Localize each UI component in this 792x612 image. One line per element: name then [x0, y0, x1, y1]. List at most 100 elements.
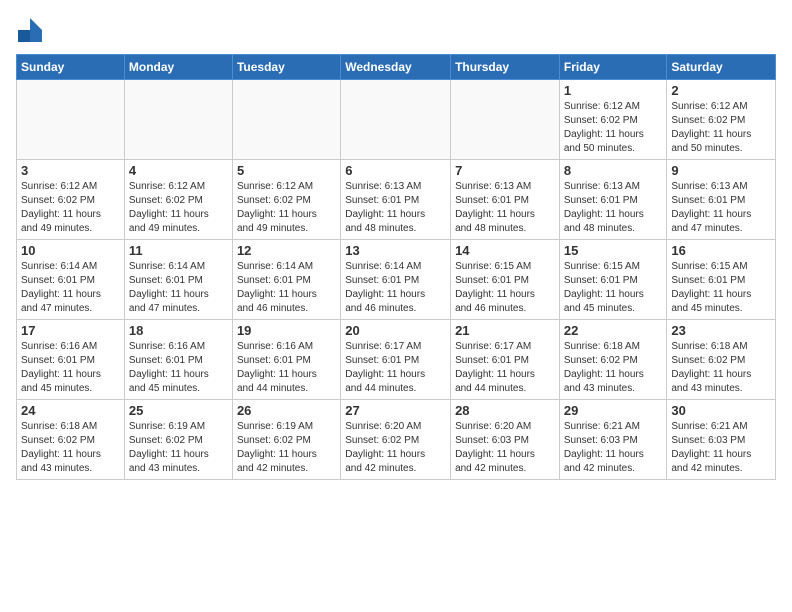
day-info: Sunrise: 6:15 AM Sunset: 6:01 PM Dayligh… — [671, 260, 771, 316]
day-info: Sunrise: 6:18 AM Sunset: 6:02 PM Dayligh… — [671, 340, 771, 396]
calendar-cell: 5 Sunrise: 6:12 AM Sunset: 6:02 PM Daylig… — [232, 160, 340, 240]
calendar-cell — [232, 80, 340, 160]
day-info: Sunrise: 6:12 AM Sunset: 6:02 PM Dayligh… — [237, 180, 336, 236]
day-number: 3 — [21, 163, 120, 178]
calendar-cell: 18Sunrise: 6:16 AM Sunset: 6:01 PM Dayli… — [124, 320, 232, 400]
calendar-cell: 6 Sunrise: 6:13 AM Sunset: 6:01 PM Daylig… — [341, 160, 451, 240]
day-number: 9 — [671, 163, 771, 178]
calendar-cell: 19 Sunrise: 6:16 AM Sunset: 6:01 PM Dayli… — [232, 320, 340, 400]
week-row-2: 3 Sunrise: 6:12 AM Sunset: 6:02 PM Daylig… — [17, 160, 776, 240]
week-row-5: 24 Sunrise: 6:18 AM Sunset: 6:02 PM Dayli… — [17, 400, 776, 480]
calendar-cell: 20 Sunrise: 6:17 AM Sunset: 6:01 PM Dayli… — [341, 320, 451, 400]
day-number: 15 — [564, 243, 663, 258]
day-info: Sunrise: 6:14 AM Sunset: 6:01 PM Dayligh… — [237, 260, 336, 316]
day-number: 27 — [345, 403, 446, 418]
day-number: 11 — [129, 243, 228, 258]
day-number: 30 — [671, 403, 771, 418]
weekday-header-sunday: Sunday — [17, 55, 125, 80]
day-number: 8 — [564, 163, 663, 178]
logo — [16, 16, 48, 44]
calendar-table: SundayMondayTuesdayWednesdayThursdayFrid… — [16, 54, 776, 480]
page-header — [16, 16, 776, 44]
calendar-cell — [17, 80, 125, 160]
calendar-cell: 21 Sunrise: 6:17 AM Sunset: 6:01 PM Dayli… — [451, 320, 560, 400]
calendar-cell: 30 Sunrise: 6:21 AM Sunset: 6:03 PM Dayli… — [667, 400, 776, 480]
calendar-cell: 2Sunrise: 6:12 AM Sunset: 6:02 PM Daylig… — [667, 80, 776, 160]
day-info: Sunrise: 6:19 AM Sunset: 6:02 PM Dayligh… — [237, 420, 336, 476]
weekday-header-thursday: Thursday — [451, 55, 560, 80]
day-number: 24 — [21, 403, 120, 418]
day-number: 25 — [129, 403, 228, 418]
day-info: Sunrise: 6:18 AM Sunset: 6:02 PM Dayligh… — [21, 420, 120, 476]
calendar-cell: 27 Sunrise: 6:20 AM Sunset: 6:02 PM Dayli… — [341, 400, 451, 480]
day-info: Sunrise: 6:16 AM Sunset: 6:01 PM Dayligh… — [237, 340, 336, 396]
day-number: 7 — [455, 163, 555, 178]
day-number: 20 — [345, 323, 446, 338]
day-number: 23 — [671, 323, 771, 338]
calendar-cell: 25 Sunrise: 6:19 AM Sunset: 6:02 PM Dayli… — [124, 400, 232, 480]
calendar-cell: 16 Sunrise: 6:15 AM Sunset: 6:01 PM Dayli… — [667, 240, 776, 320]
day-info: Sunrise: 6:16 AM Sunset: 6:01 PM Dayligh… — [21, 340, 120, 396]
day-info: Sunrise: 6:21 AM Sunset: 6:03 PM Dayligh… — [564, 420, 663, 476]
calendar-cell — [451, 80, 560, 160]
day-info: Sunrise: 6:19 AM Sunset: 6:02 PM Dayligh… — [129, 420, 228, 476]
day-info: Sunrise: 6:14 AM Sunset: 6:01 PM Dayligh… — [345, 260, 446, 316]
day-number: 12 — [237, 243, 336, 258]
day-info: Sunrise: 6:12 AM Sunset: 6:02 PM Dayligh… — [129, 180, 228, 236]
day-number: 6 — [345, 163, 446, 178]
day-number: 21 — [455, 323, 555, 338]
calendar-cell: 13 Sunrise: 6:14 AM Sunset: 6:01 PM Dayli… — [341, 240, 451, 320]
calendar-cell: 15 Sunrise: 6:15 AM Sunset: 6:01 PM Dayli… — [559, 240, 667, 320]
day-number: 28 — [455, 403, 555, 418]
week-row-4: 17 Sunrise: 6:16 AM Sunset: 6:01 PM Dayli… — [17, 320, 776, 400]
calendar-cell: 26 Sunrise: 6:19 AM Sunset: 6:02 PM Dayli… — [232, 400, 340, 480]
calendar-cell: 22 Sunrise: 6:18 AM Sunset: 6:02 PM Dayli… — [559, 320, 667, 400]
weekday-header-monday: Monday — [124, 55, 232, 80]
day-info: Sunrise: 6:14 AM Sunset: 6:01 PM Dayligh… — [129, 260, 228, 316]
calendar-cell: 24 Sunrise: 6:18 AM Sunset: 6:02 PM Dayli… — [17, 400, 125, 480]
calendar-cell: 4 Sunrise: 6:12 AM Sunset: 6:02 PM Daylig… — [124, 160, 232, 240]
day-number: 13 — [345, 243, 446, 258]
calendar-cell: 3 Sunrise: 6:12 AM Sunset: 6:02 PM Daylig… — [17, 160, 125, 240]
day-number: 10 — [21, 243, 120, 258]
day-info: Sunrise: 6:16 AM Sunset: 6:01 PM Dayligh… — [129, 340, 228, 396]
weekday-header-row: SundayMondayTuesdayWednesdayThursdayFrid… — [17, 55, 776, 80]
day-info: Sunrise: 6:20 AM Sunset: 6:02 PM Dayligh… — [345, 420, 446, 476]
week-row-3: 10 Sunrise: 6:14 AM Sunset: 6:01 PM Dayli… — [17, 240, 776, 320]
day-info: Sunrise: 6:21 AM Sunset: 6:03 PM Dayligh… — [671, 420, 771, 476]
day-number: 4 — [129, 163, 228, 178]
day-info: Sunrise: 6:17 AM Sunset: 6:01 PM Dayligh… — [345, 340, 446, 396]
day-info: Sunrise: 6:12 AM Sunset: 6:02 PM Dayligh… — [564, 100, 663, 156]
day-info: Sunrise: 6:17 AM Sunset: 6:01 PM Dayligh… — [455, 340, 555, 396]
calendar-cell — [341, 80, 451, 160]
day-number: 14 — [455, 243, 555, 258]
weekday-header-saturday: Saturday — [667, 55, 776, 80]
calendar-cell: 12 Sunrise: 6:14 AM Sunset: 6:01 PM Dayli… — [232, 240, 340, 320]
calendar-cell: 23 Sunrise: 6:18 AM Sunset: 6:02 PM Dayli… — [667, 320, 776, 400]
day-info: Sunrise: 6:18 AM Sunset: 6:02 PM Dayligh… — [564, 340, 663, 396]
day-number: 22 — [564, 323, 663, 338]
day-number: 26 — [237, 403, 336, 418]
week-row-1: 1 Sunrise: 6:12 AM Sunset: 6:02 PM Daylig… — [17, 80, 776, 160]
day-info: Sunrise: 6:13 AM Sunset: 6:01 PM Dayligh… — [345, 180, 446, 236]
logo-icon — [16, 16, 44, 44]
day-info: Sunrise: 6:13 AM Sunset: 6:01 PM Dayligh… — [671, 180, 771, 236]
day-info: Sunrise: 6:13 AM Sunset: 6:01 PM Dayligh… — [564, 180, 663, 236]
calendar-cell: 1 Sunrise: 6:12 AM Sunset: 6:02 PM Daylig… — [559, 80, 667, 160]
calendar-cell: 8 Sunrise: 6:13 AM Sunset: 6:01 PM Daylig… — [559, 160, 667, 240]
calendar-cell: 11 Sunrise: 6:14 AM Sunset: 6:01 PM Dayli… — [124, 240, 232, 320]
day-number: 16 — [671, 243, 771, 258]
day-info: Sunrise: 6:20 AM Sunset: 6:03 PM Dayligh… — [455, 420, 555, 476]
day-number: 1 — [564, 83, 663, 98]
day-info: Sunrise: 6:15 AM Sunset: 6:01 PM Dayligh… — [564, 260, 663, 316]
day-info: Sunrise: 6:12 AM Sunset: 6:02 PM Dayligh… — [21, 180, 120, 236]
day-number: 29 — [564, 403, 663, 418]
day-number: 5 — [237, 163, 336, 178]
calendar-cell: 29 Sunrise: 6:21 AM Sunset: 6:03 PM Dayli… — [559, 400, 667, 480]
day-info: Sunrise: 6:14 AM Sunset: 6:01 PM Dayligh… — [21, 260, 120, 316]
day-info: Sunrise: 6:15 AM Sunset: 6:01 PM Dayligh… — [455, 260, 555, 316]
day-number: 19 — [237, 323, 336, 338]
calendar-cell: 10 Sunrise: 6:14 AM Sunset: 6:01 PM Dayli… — [17, 240, 125, 320]
day-number: 17 — [21, 323, 120, 338]
calendar-cell: 7Sunrise: 6:13 AM Sunset: 6:01 PM Daylig… — [451, 160, 560, 240]
